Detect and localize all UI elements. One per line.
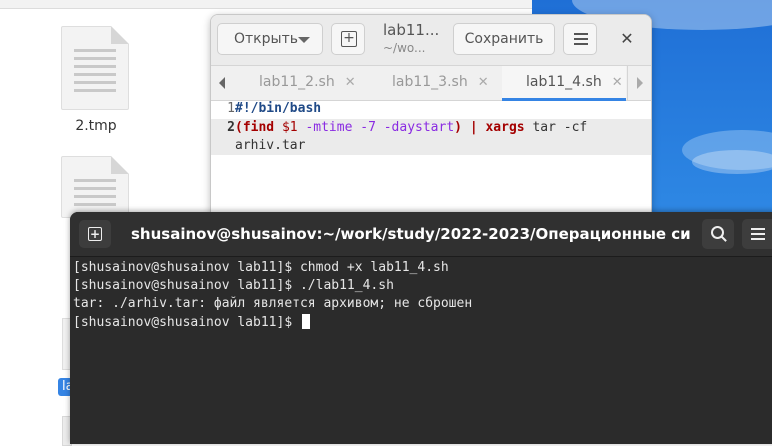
file-name-label: 2.tmp	[75, 118, 117, 134]
terminal-headerbar: + shusainov@shusainov:~/work/study/2022-…	[70, 212, 772, 257]
search-button[interactable]	[702, 219, 734, 249]
tab-lab11-2[interactable]: lab11_2.sh ✕	[259, 66, 356, 100]
close-tab-icon[interactable]: ✕	[478, 75, 489, 90]
line-number: 1	[227, 101, 235, 116]
tab-lab11-4-active[interactable]: lab11_4.sh ✕	[502, 66, 626, 101]
terminal-title: shusainov@shusainov:~/work/study/2022-20…	[131, 225, 691, 243]
file-item[interactable]	[61, 156, 131, 218]
terminal-prompt-line: [shusainov@shusainov lab11]$	[73, 314, 310, 330]
close-tab-icon[interactable]: ✕	[612, 75, 623, 90]
document-tabs: lab11_2.sh ✕ lab11_3.sh ✕ lab11_4.sh ✕	[211, 66, 651, 101]
terminal-menu-button[interactable]	[742, 219, 772, 249]
file-item-2-tmp[interactable]: 2.tmp	[61, 26, 131, 146]
menu-icon	[751, 228, 765, 230]
code-line: #!/bin/bash	[235, 101, 322, 116]
new-document-button[interactable]: +	[331, 23, 365, 55]
hamburger-menu-button[interactable]	[563, 23, 597, 55]
window-title: lab11...	[383, 21, 440, 39]
tab-label: lab11_3.sh	[392, 74, 468, 90]
terminal-window: + shusainov@shusainov:~/work/study/2022-…	[70, 212, 772, 444]
scroll-tabs-left-icon[interactable]	[219, 77, 225, 89]
menu-icon	[574, 33, 588, 35]
terminal-line: [shusainov@shusainov lab11]$ chmod +x la…	[73, 260, 449, 275]
tab-lab11-3[interactable]: lab11_3.sh ✕	[392, 66, 489, 100]
text-cursor	[301, 314, 310, 329]
chevron-down-icon	[298, 37, 310, 43]
tab-label: lab11_2.sh	[259, 74, 335, 90]
terminal-line: tar: ./arhiv.tar: файл является архивом;…	[73, 296, 473, 311]
scroll-tabs-right-icon[interactable]	[637, 77, 643, 89]
code-line: (find $1 -mtime -7 -daystart) | xargs ta…	[235, 120, 588, 135]
editor-headerbar: Открыть + lab11... ~/wo... Сохранить ✕	[211, 15, 651, 66]
code-line-wrapped: arhiv.tar	[235, 138, 306, 153]
open-button[interactable]: Открыть	[217, 23, 323, 55]
text-editor-window: Открыть + lab11... ~/wo... Сохранить ✕ l…	[210, 14, 652, 236]
new-tab-button[interactable]: +	[79, 220, 111, 248]
terminal-line: [shusainov@shusainov lab11]$ ./lab11_4.s…	[73, 278, 394, 293]
close-window-button[interactable]: ✕	[615, 27, 639, 51]
line-number: 2	[227, 120, 235, 135]
window-subtitle: ~/wo...	[383, 41, 426, 55]
save-button[interactable]: Сохранить	[453, 23, 555, 55]
tab-label: lab11_4.sh	[526, 74, 602, 90]
close-tab-icon[interactable]: ✕	[345, 75, 356, 90]
text-file-icon	[61, 156, 129, 218]
file-manager-toolbar	[0, 0, 532, 9]
open-button-label: Открыть	[234, 31, 298, 47]
prompt-text: [shusainov@shusainov lab11]$	[73, 315, 300, 330]
terminal-output[interactable]: [shusainov@shusainov lab11]$ chmod +x la…	[70, 257, 772, 444]
text-file-icon	[61, 26, 129, 110]
